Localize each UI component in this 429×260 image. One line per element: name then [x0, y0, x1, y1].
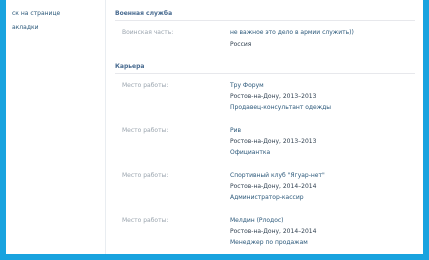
military-country-value: Россия: [230, 41, 252, 48]
job-position-1[interactable]: Продавец-консультант одежды: [230, 104, 331, 111]
job-label-2: Место работы:: [122, 127, 169, 134]
job-company-4[interactable]: Мелдин (Рлодос): [230, 217, 316, 224]
left-sidebar: ск на странице акладки: [6, 0, 106, 254]
profile-page: ск на странице акладки Военная служба Во…: [6, 0, 423, 254]
job-company-1[interactable]: Тру Форум: [230, 82, 331, 89]
career-divider: [115, 73, 415, 74]
job-label-4: Место работы:: [122, 217, 169, 224]
profile-info: Военная служба Воинская часть: не важное…: [106, 0, 423, 254]
military-unit-label: Воинская часть:: [122, 29, 174, 36]
job-entry-2: Рив Ростов-на-Дону, 2013–2013 Официантка: [230, 127, 316, 156]
military-section-title: Военная служба: [115, 10, 173, 17]
job-entry-1: Тру Форум Ростов-на-Дону, 2013–2013 Прод…: [230, 82, 331, 111]
job-city-2: Ростов-на-Дону, 2013–2013: [230, 138, 317, 145]
job-company-3[interactable]: Спортивный клуб "Ягуар-нет": [230, 172, 325, 179]
sidebar-item-search-on-page[interactable]: ск на странице: [12, 10, 60, 17]
job-city-4: Ростов-на-Дону, 2014–2014: [230, 228, 317, 235]
job-city-3: Ростов-на-Дону, 2014–2014: [230, 183, 317, 190]
screenshot-frame: ск на странице акладки Военная служба Во…: [0, 0, 429, 260]
job-entry-3: Спортивный клуб "Ягуар-нет" Ростов-на-До…: [230, 172, 325, 201]
job-position-2[interactable]: Официантка: [230, 149, 316, 156]
job-label-3: Место работы:: [122, 172, 169, 179]
military-unit-value[interactable]: не важное это дело в армии служить)): [230, 29, 354, 36]
career-section-title: Карьера: [115, 63, 145, 70]
job-company-2[interactable]: Рив: [230, 127, 316, 134]
job-label-1: Место работы:: [122, 82, 169, 89]
job-entry-4: Мелдин (Рлодос) Ростов-на-Дону, 2014–201…: [230, 217, 316, 246]
job-position-3[interactable]: Администратор-кассир: [230, 194, 325, 201]
sidebar-item-bookmarks[interactable]: акладки: [12, 24, 38, 31]
military-divider: [115, 20, 415, 21]
job-city-1: Ростов-на-Дону, 2013–2013: [230, 93, 317, 100]
job-position-4[interactable]: Менеджер по продажам: [230, 239, 316, 246]
